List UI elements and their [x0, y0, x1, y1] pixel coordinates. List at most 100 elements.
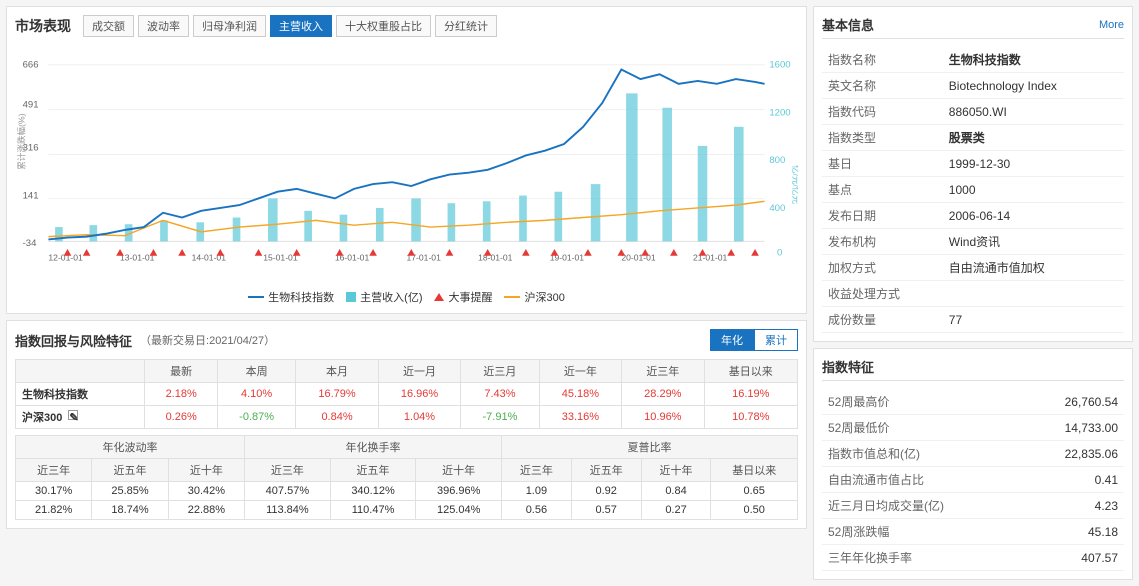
table-row: 近三月日均成交量(亿) 4.23: [822, 493, 1124, 519]
table-row: 30.17% 25.85% 30.42% 407.57% 340.12% 396…: [16, 482, 798, 501]
feature-value-low: 14,733.00: [1003, 415, 1124, 441]
feature-label-mcap: 指数市值总和(亿): [822, 441, 1003, 467]
svg-text:1200: 1200: [769, 107, 790, 118]
svg-text:1600: 1600: [769, 60, 790, 71]
blue-line-icon: [248, 296, 264, 298]
tab-guimu[interactable]: 归母净利润: [193, 15, 266, 37]
svg-text:400: 400: [769, 203, 785, 214]
biotech-turn-5y: 340.12%: [330, 482, 416, 501]
tab-shizhong[interactable]: 十大权重股占比: [336, 15, 431, 37]
table-row: 基点 1000: [822, 177, 1124, 203]
sharpe-10y-th: 近十年: [641, 459, 711, 482]
info-value-basedate: 1999-12-30: [943, 151, 1124, 177]
feature-label-52wchg: 52周涨跌幅: [822, 519, 1003, 545]
return-th-3m: 近三月: [461, 360, 539, 383]
biotech-3y: 28.29%: [622, 383, 704, 406]
edit-icon[interactable]: ✎: [68, 410, 78, 420]
return-date: （最新交易日:2021/04/27）: [140, 332, 275, 348]
vol-10y-th: 近十年: [168, 459, 244, 482]
market-title: 市场表现: [15, 16, 71, 36]
feature-label-vol3m: 近三月日均成交量(亿): [822, 493, 1003, 519]
feature-label-freefloat: 自由流通市值占比: [822, 467, 1003, 493]
toggle-annualized[interactable]: 年化: [710, 329, 754, 351]
toggle-cumulative[interactable]: 累计: [754, 329, 798, 351]
svg-text:491: 491: [23, 100, 39, 111]
info-value-engname: Biotechnology Index: [943, 73, 1124, 99]
vol-5y-th: 近五年: [92, 459, 168, 482]
feature-value-turnover3y: 407.57: [1003, 545, 1124, 571]
csi300-3y: 10.96%: [622, 406, 704, 429]
biotech-label: 生物科技指数: [16, 383, 145, 406]
table-row: 生物科技指数 2.18% 4.10% 16.79% 16.96% 7.43% 4…: [16, 383, 798, 406]
main-chart: 666 491 316 141 -34 累计涨跌幅(%) 1600 1200 8…: [15, 45, 798, 285]
return-th-week: 本周: [217, 360, 295, 383]
biotech-sharpe-base: 0.65: [711, 482, 798, 501]
tab-bodonglv[interactable]: 波动率: [138, 15, 189, 37]
table-row: 指数名称 生物科技指数: [822, 47, 1124, 73]
csi300-base: 10.78%: [704, 406, 797, 429]
turnover-header: 年化换手率: [245, 436, 502, 459]
biotech-vol-5y: 25.85%: [92, 482, 168, 501]
table-row: 发布机构 Wind资讯: [822, 229, 1124, 255]
market-panel: 市场表现 成交额 波动率 归母净利润 主营收入 十大权重股占比 分红统计 666…: [6, 6, 807, 314]
return-title: 指数回报与风险特征: [15, 331, 132, 350]
tab-chengjiao[interactable]: 成交额: [83, 15, 134, 37]
return-th-label: [16, 360, 145, 383]
toggle-buttons: 年化 累计: [710, 329, 798, 351]
info-value-count: 77: [943, 307, 1124, 333]
biotech-vol-3y: 30.17%: [16, 482, 92, 501]
csi300-turn-5y: 110.47%: [330, 501, 416, 520]
info-label-type: 指数类型: [822, 125, 943, 151]
table-row: 指数类型 股票类: [822, 125, 1124, 151]
svg-text:18-01-01: 18-01-01: [478, 252, 513, 262]
return-panel: 指数回报与风险特征 （最新交易日:2021/04/27） 年化 累计 最新 本周…: [6, 320, 807, 529]
market-panel-header: 市场表现 成交额 波动率 归母净利润 主营收入 十大权重股占比 分红统计: [15, 15, 798, 37]
biotech-turn-10y: 396.96%: [416, 482, 502, 501]
table-row: 指数市值总和(亿) 22,835.06: [822, 441, 1124, 467]
svg-text:141: 141: [23, 190, 39, 201]
biotech-turn-3y: 407.57%: [245, 482, 331, 501]
chart-legend: 生物科技指数 主营收入(亿) 大事提醒 沪深300: [15, 289, 798, 305]
feature-label-high: 52周最高价: [822, 389, 1003, 415]
return-header: 指数回报与风险特征 （最新交易日:2021/04/27） 年化 累计: [15, 329, 798, 351]
table-row: 发布日期 2006-06-14: [822, 203, 1124, 229]
more-link[interactable]: More: [1099, 19, 1124, 31]
chart-area: 666 491 316 141 -34 累计涨跌幅(%) 1600 1200 8…: [15, 45, 798, 285]
csi300-sharpe-10y: 0.27: [641, 501, 711, 520]
cyan-bar-icon: [346, 292, 356, 302]
csi300-label: 沪深300 ✎: [16, 406, 145, 429]
info-panel: 基本信息 More 指数名称 生物科技指数 英文名称 Biotechnology…: [813, 6, 1133, 342]
feature-value-high: 26,760.54: [1003, 389, 1124, 415]
table-row: 指数代码 886050.WI: [822, 99, 1124, 125]
feature-panel: 指数特征 52周最高价 26,760.54 52周最低价 14,733.00 指…: [813, 348, 1133, 580]
biotech-sharpe-5y: 0.92: [571, 482, 641, 501]
info-header: 基本信息 More: [822, 15, 1124, 39]
tab-fenghong[interactable]: 分红统计: [435, 15, 497, 37]
return-table: 最新 本周 本月 近一月 近三月 近一年 近三年 基日以来 生物科技指数 2.1…: [15, 359, 798, 429]
svg-text:累计涨跌幅(%): 累计涨跌幅(%): [16, 113, 27, 169]
svg-text:21-01-01: 21-01-01: [693, 252, 728, 262]
tab-zhuyingshouru[interactable]: 主营收入: [270, 15, 332, 37]
table-row: 52周最高价 26,760.54: [822, 389, 1124, 415]
right-panel: 基本信息 More 指数名称 生物科技指数 英文名称 Biotechnology…: [813, 6, 1133, 580]
svg-text:亿/元/亿元: 亿/元/亿元: [791, 165, 798, 205]
info-label-count: 成份数量: [822, 307, 943, 333]
info-label-code: 指数代码: [822, 99, 943, 125]
triangle-red-icon: [434, 293, 444, 301]
info-value-type: 股票类: [943, 125, 1124, 151]
info-value-return: [943, 281, 1124, 307]
csi300-1m: 1.04%: [378, 406, 460, 429]
table-row: 基日 1999-12-30: [822, 151, 1124, 177]
feature-value-52wchg: 45.18: [1003, 519, 1124, 545]
turn-5y-th: 近五年: [330, 459, 416, 482]
feature-value-freefloat: 0.41: [1003, 467, 1124, 493]
risk-table: 年化波动率 年化换手率 夏普比率 近三年 近五年 近十年 近三年 近五年 近十年…: [15, 435, 798, 520]
sharpe-5y-th: 近五年: [571, 459, 641, 482]
table-row: 52周涨跌幅 45.18: [822, 519, 1124, 545]
sharpe-base-th: 基日以来: [711, 459, 798, 482]
info-value-basepoint: 1000: [943, 177, 1124, 203]
csi300-vol-10y: 22.88%: [168, 501, 244, 520]
info-value-weight: 自由流通市值加权: [943, 255, 1124, 281]
csi300-sharpe-3y: 0.56: [502, 501, 572, 520]
feature-label-low: 52周最低价: [822, 415, 1003, 441]
